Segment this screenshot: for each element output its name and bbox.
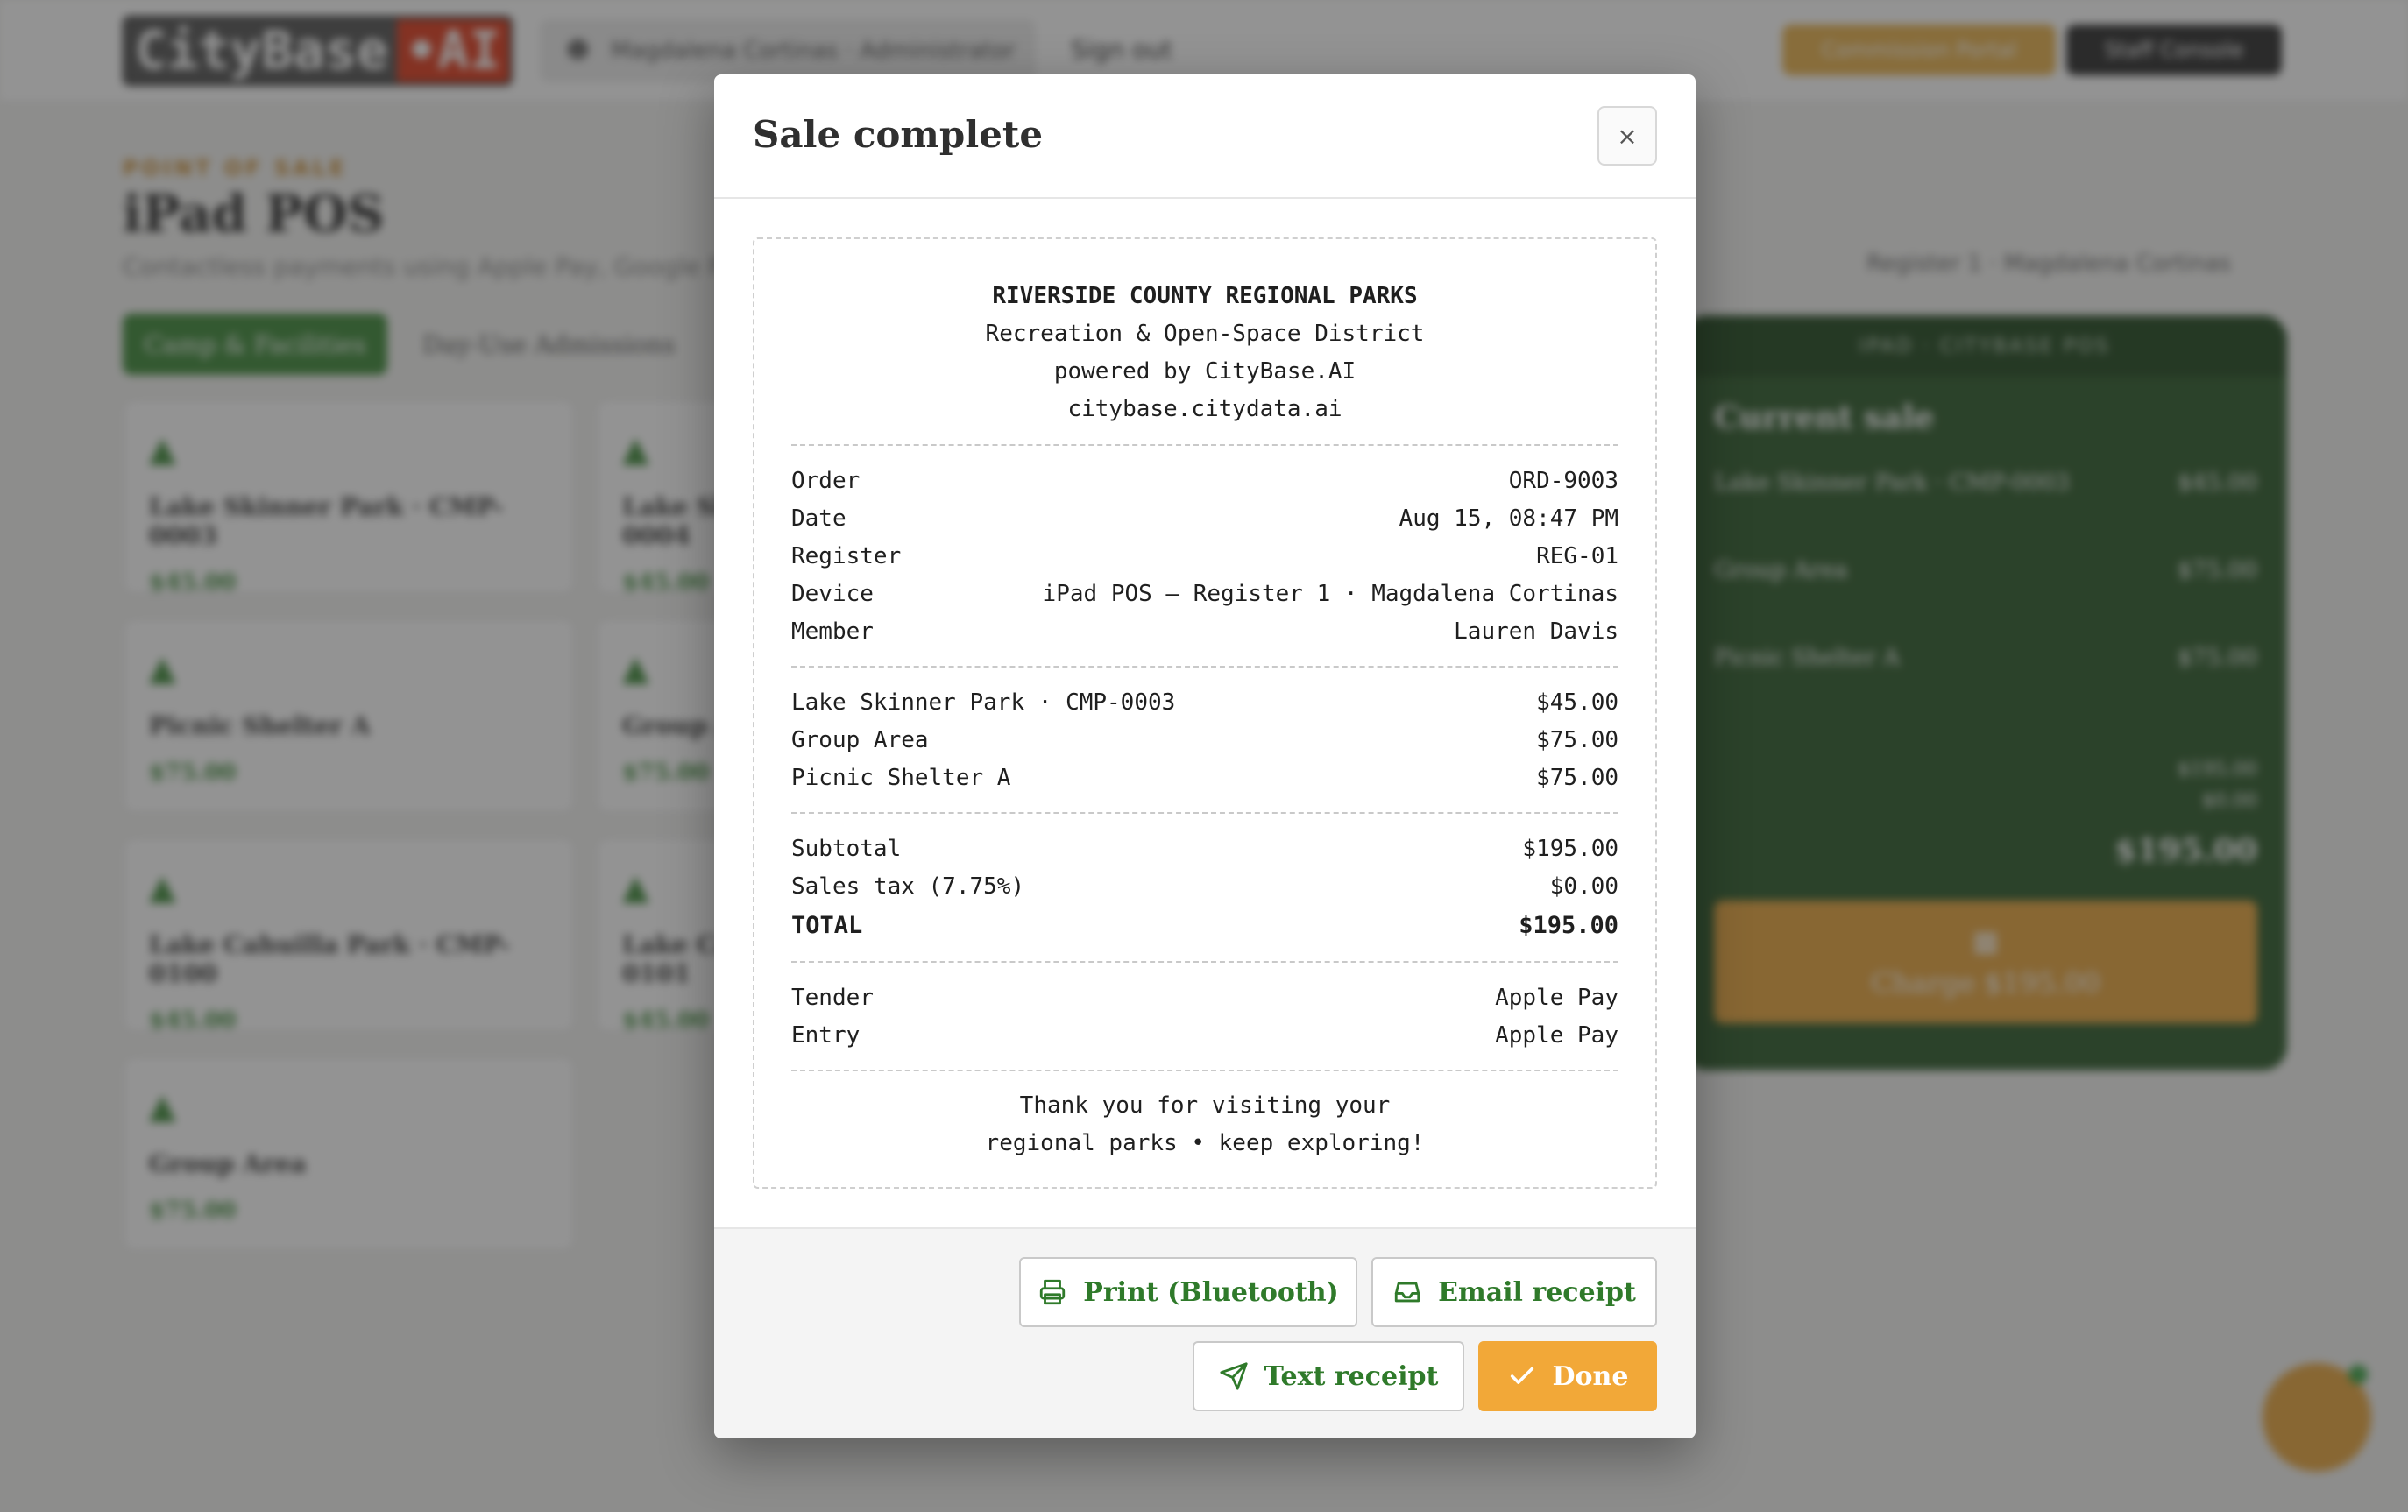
entry-value: Apple Pay [1495, 1021, 1618, 1049]
total-label: TOTAL [791, 911, 863, 939]
row-label: Register [791, 542, 902, 569]
receipt-row-register: Register REG-01 [791, 537, 1618, 575]
item-price: $75.00 [1536, 726, 1618, 753]
receipt-line-item: Group Area $75.00 [791, 721, 1618, 759]
email-receipt-button[interactable]: Email receipt [1371, 1257, 1657, 1327]
row-value: Aug 15, 08:47 PM [1399, 505, 1618, 532]
receipt-tender: Tender Apple Pay [791, 979, 1618, 1016]
receipt-divider [791, 812, 1618, 814]
row-label: Member [791, 618, 874, 645]
dialog-header: Sale complete × [714, 74, 1696, 199]
receipt-footer: Thank you for visiting your regional par… [791, 1087, 1618, 1162]
receipt-payment: Tender Apple Pay Entry Apple Pay [791, 979, 1618, 1054]
row-label: Order [791, 467, 861, 494]
footer-line-1: Thank you for visiting your [1019, 1092, 1391, 1119]
row-label: Device [791, 580, 874, 607]
receipt-row-member: Member Lauren Davis [791, 612, 1618, 650]
dialog-title: Sale complete [753, 113, 1044, 156]
receipt-tax: Sales tax (7.75%) $0.00 [791, 867, 1618, 905]
receipt: RIVERSIDE COUNTY REGIONAL PARKS Recreati… [753, 237, 1657, 1189]
receipt-meta: Order ORD-9003 Date Aug 15, 08:47 PM Reg… [791, 462, 1618, 650]
receipt-entry: Entry Apple Pay [791, 1016, 1618, 1054]
row-value: REG-01 [1536, 542, 1618, 569]
receipt-district: Recreation & Open-Space District [985, 321, 1425, 347]
tender-label: Tender [791, 984, 874, 1011]
receipt-total: TOTAL $195.00 [791, 905, 1618, 945]
receipt-divider [791, 666, 1618, 668]
tax-label: Sales tax (7.75%) [791, 873, 1025, 900]
item-price: $75.00 [1536, 764, 1618, 791]
receipt-row-device: Device iPad POS — Register 1 · Magdalena… [791, 575, 1618, 612]
receipt-org: RIVERSIDE COUNTY REGIONAL PARKS [992, 283, 1418, 309]
check-icon [1510, 1367, 1533, 1384]
receipt-items: Lake Skinner Park · CMP-0003 $45.00 Grou… [791, 683, 1618, 796]
text-label: Text receipt [1264, 1360, 1439, 1392]
done-button[interactable]: Done [1478, 1341, 1657, 1411]
receipt-divider [791, 444, 1618, 446]
row-value: iPad POS — Register 1 · Magdalena Cortin… [1042, 580, 1618, 607]
send-icon [1220, 1362, 1248, 1390]
dialog-footer: Print (Bluetooth) Email receipt Text rec… [714, 1227, 1696, 1438]
receipt-divider [791, 961, 1618, 963]
sale-complete-dialog: Sale complete × RIVERSIDE COUNTY REGIONA… [714, 74, 1696, 1438]
tender-value: Apple Pay [1495, 984, 1618, 1011]
receipt-site: citybase.citydata.ai [1067, 396, 1342, 422]
tax-value: $0.00 [1549, 873, 1618, 900]
receipt-line-item: Lake Skinner Park · CMP-0003 $45.00 [791, 683, 1618, 721]
inbox-icon [1394, 1282, 1420, 1303]
item-name: Group Area [791, 726, 929, 753]
print-bluetooth-button[interactable]: Print (Bluetooth) [1019, 1257, 1357, 1327]
footer-line-2: regional parks • keep exploring! [985, 1130, 1425, 1156]
receipt-divider [791, 1070, 1618, 1071]
done-label: Done [1552, 1360, 1629, 1392]
row-label: Date [791, 505, 846, 532]
close-icon: × [1617, 121, 1638, 151]
receipt-row-order: Order ORD-9003 [791, 462, 1618, 499]
receipt-row-date: Date Aug 15, 08:47 PM [791, 499, 1618, 537]
item-name: Lake Skinner Park · CMP-0003 [791, 689, 1176, 716]
subtotal-value: $195.00 [1522, 835, 1618, 862]
print-label: Print (Bluetooth) [1083, 1276, 1339, 1308]
receipt-subtotal: Subtotal $195.00 [791, 830, 1618, 867]
receipt-powered-by: powered by CityBase.AI [1053, 358, 1356, 385]
item-price: $45.00 [1536, 689, 1618, 716]
receipt-totals: Subtotal $195.00 Sales tax (7.75%) $0.00… [791, 830, 1618, 945]
printer-icon [1040, 1279, 1066, 1305]
close-button[interactable]: × [1597, 106, 1657, 166]
receipt-header: RIVERSIDE COUNTY REGIONAL PARKS Recreati… [791, 278, 1618, 428]
row-value: Lauren Davis [1454, 618, 1618, 645]
receipt-line-item: Picnic Shelter A $75.00 [791, 759, 1618, 796]
row-value: ORD-9003 [1508, 467, 1618, 494]
text-receipt-button[interactable]: Text receipt [1193, 1341, 1464, 1411]
total-value: $195.00 [1519, 911, 1618, 939]
item-name: Picnic Shelter A [791, 764, 1011, 791]
subtotal-label: Subtotal [791, 835, 902, 862]
entry-label: Entry [791, 1021, 861, 1049]
email-label: Email receipt [1438, 1276, 1636, 1308]
